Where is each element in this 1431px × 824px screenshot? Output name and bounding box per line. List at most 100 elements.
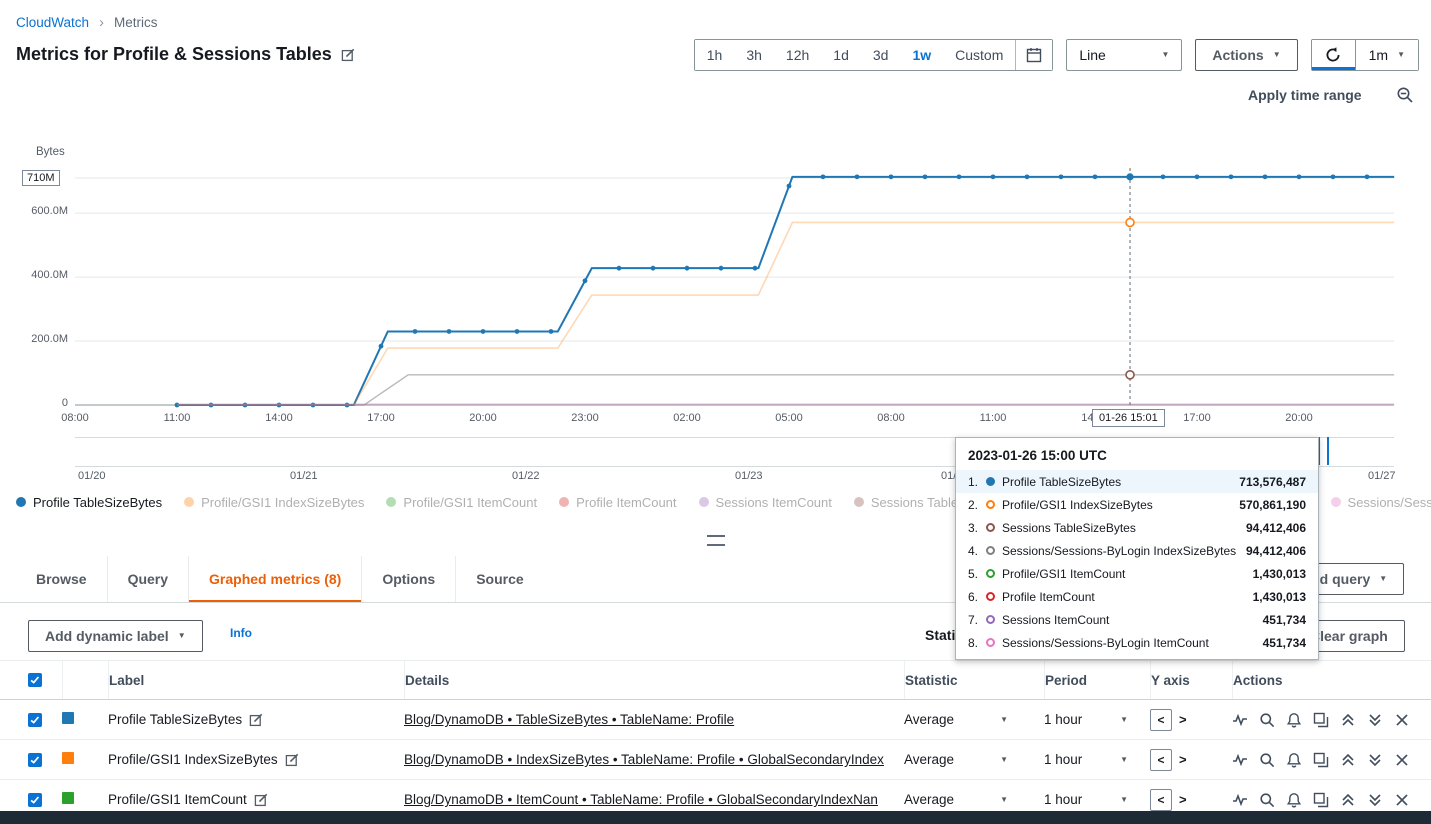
statistic-select[interactable]: Average ▼ [904,792,1008,807]
tooltip-rank: 8. [968,636,986,650]
graph-title-text: Metrics for Profile & Sessions Tables [16,44,332,65]
alarm-bell-icon[interactable] [1286,752,1302,768]
breadcrumb-cloudwatch-link[interactable]: CloudWatch [16,15,89,30]
x-axis-tick-label: 11:00 [160,412,194,424]
time-range-1w[interactable]: 1w [900,40,943,70]
tooltip-metric-name: Sessions TableSizeBytes [1002,521,1238,535]
period-select[interactable]: 1 hour ▼ [1044,792,1128,807]
zoom-metric-icon[interactable] [1259,752,1275,768]
graph-metric-icon[interactable] [1232,712,1248,728]
x-axis-tick-label: 23:00 [568,412,602,424]
tooltip-metric-row[interactable]: 1. Profile TableSizeBytes 713,576,487 [956,470,1318,493]
custom-range-button[interactable]: Custom [943,40,1015,70]
duplicate-icon[interactable] [1313,792,1329,808]
graph-metric-icon[interactable] [1232,752,1248,768]
move-down-icon[interactable] [1367,712,1383,728]
legend-item[interactable]: Profile TableSizeBytes [16,495,162,510]
tooltip-metric-row[interactable]: 3. Sessions TableSizeBytes 94,412,406 [956,516,1318,539]
legend-item[interactable]: Profile/GSI1 IndexSizeBytes [184,495,364,510]
tab-query[interactable]: Query [107,556,188,602]
duplicate-icon[interactable] [1313,712,1329,728]
x-axis-tick-label: 20:00 [1282,412,1316,424]
refresh-interval-value: 1m [1369,47,1388,63]
statistic-select[interactable]: Average ▼ [904,752,1008,767]
metric-details-link[interactable]: Blog/DynamoDB • TableSizeBytes • TableNa… [404,712,884,727]
time-range-3h[interactable]: 3h [734,40,774,70]
add-dynamic-label-button[interactable]: Add dynamic label ▼ [28,620,203,652]
refresh-button[interactable] [1312,40,1356,70]
tooltip-rank: 6. [968,590,986,604]
alarm-bell-icon[interactable] [1286,792,1302,808]
graph-metric-icon[interactable] [1232,792,1248,808]
move-down-icon[interactable] [1367,792,1383,808]
move-up-icon[interactable] [1340,792,1356,808]
edit-label-icon[interactable] [285,753,299,767]
y-axis-left-button[interactable]: < [1150,789,1172,811]
actions-button[interactable]: Actions ▼ [1195,39,1297,71]
tab-source[interactable]: Source [455,556,543,602]
legend-item[interactable]: Sessions/Sessions-ByLogin ItemCount [1331,495,1431,510]
edit-title-icon[interactable] [341,48,355,62]
tab-options[interactable]: Options [361,556,455,602]
metric-details-link[interactable]: Blog/DynamoDB • ItemCount • TableName: P… [404,792,884,807]
statistic-select[interactable]: Average ▼ [904,712,1008,727]
move-up-icon[interactable] [1340,752,1356,768]
remove-metric-icon[interactable] [1394,752,1410,768]
series-marker-icon [986,615,995,624]
y-axis-left-button[interactable]: < [1150,709,1172,731]
remove-metric-icon[interactable] [1394,792,1410,808]
time-range-1h[interactable]: 1h [695,40,735,70]
move-down-icon[interactable] [1367,752,1383,768]
tab-browse[interactable]: Browse [16,556,107,602]
info-link[interactable]: Info [230,626,252,640]
metric-label[interactable]: Profile/GSI1 IndexSizeBytes [108,752,278,767]
remove-metric-icon[interactable] [1394,712,1410,728]
metric-label[interactable]: Profile/GSI1 ItemCount [108,792,247,807]
move-up-icon[interactable] [1340,712,1356,728]
tooltip-metric-row[interactable]: 2. Profile/GSI1 IndexSizeBytes 570,861,1… [956,493,1318,516]
row-checkbox[interactable] [28,793,42,807]
edit-label-icon[interactable] [254,793,268,807]
scrubber-handle[interactable] [1318,437,1329,465]
time-range-3d[interactable]: 3d [861,40,901,70]
edit-label-icon[interactable] [249,713,263,727]
period-select[interactable]: 1 hour ▼ [1044,752,1128,767]
tooltip-metric-value: 1,430,013 [1253,567,1306,581]
tooltip-metric-row[interactable]: 4. Sessions/Sessions-ByLogin IndexSizeBy… [956,539,1318,562]
header-details: Details [405,673,449,688]
period-select[interactable]: 1 hour ▼ [1044,712,1128,727]
legend-item[interactable]: Profile ItemCount [559,495,676,510]
tab-graphed-metrics-8[interactable]: Graphed metrics (8) [188,556,361,602]
tooltip-metric-row[interactable]: 8. Sessions/Sessions-ByLogin ItemCount 4… [956,631,1318,654]
tooltip-metric-row[interactable]: 7. Sessions ItemCount 451,734 [956,608,1318,631]
graph-controls: 1h3h12h1d3d1w Custom Line ▼ Actions ▼ 1m [694,39,1419,71]
legend-color-dot-icon [699,497,709,507]
series-marker-icon [986,638,995,647]
legend-item[interactable]: Sessions ItemCount [699,495,832,510]
metric-label[interactable]: Profile TableSizeBytes [108,712,242,727]
chevron-down-icon: ▼ [1379,575,1387,583]
tooltip-metric-row[interactable]: 6. Profile ItemCount 1,430,013 [956,585,1318,608]
y-axis-right-button[interactable]: > [1179,752,1187,767]
time-range-1d[interactable]: 1d [821,40,861,70]
panel-resize-handle[interactable] [707,535,725,546]
y-axis-right-button[interactable]: > [1179,792,1187,807]
alarm-bell-icon[interactable] [1286,712,1302,728]
time-range-12h[interactable]: 12h [774,40,821,70]
row-checkbox[interactable] [28,753,42,767]
row-checkbox[interactable] [28,713,42,727]
duplicate-icon[interactable] [1313,752,1329,768]
zoom-metric-icon[interactable] [1259,792,1275,808]
metric-details-link[interactable]: Blog/DynamoDB • IndexSizeBytes • TableNa… [404,752,884,767]
header-period: Period [1045,673,1087,688]
legend-item[interactable]: Profile/GSI1 ItemCount [386,495,537,510]
legend-color-dot-icon [184,497,194,507]
tooltip-metric-row[interactable]: 5. Profile/GSI1 ItemCount 1,430,013 [956,562,1318,585]
calendar-button[interactable] [1015,40,1052,70]
chart-type-select[interactable]: Line ▼ [1066,39,1182,71]
zoom-metric-icon[interactable] [1259,712,1275,728]
y-axis-left-button[interactable]: < [1150,749,1172,771]
select-all-checkbox[interactable] [28,673,42,687]
y-axis-right-button[interactable]: > [1179,712,1187,727]
refresh-interval-select[interactable]: 1m ▼ [1356,40,1418,70]
